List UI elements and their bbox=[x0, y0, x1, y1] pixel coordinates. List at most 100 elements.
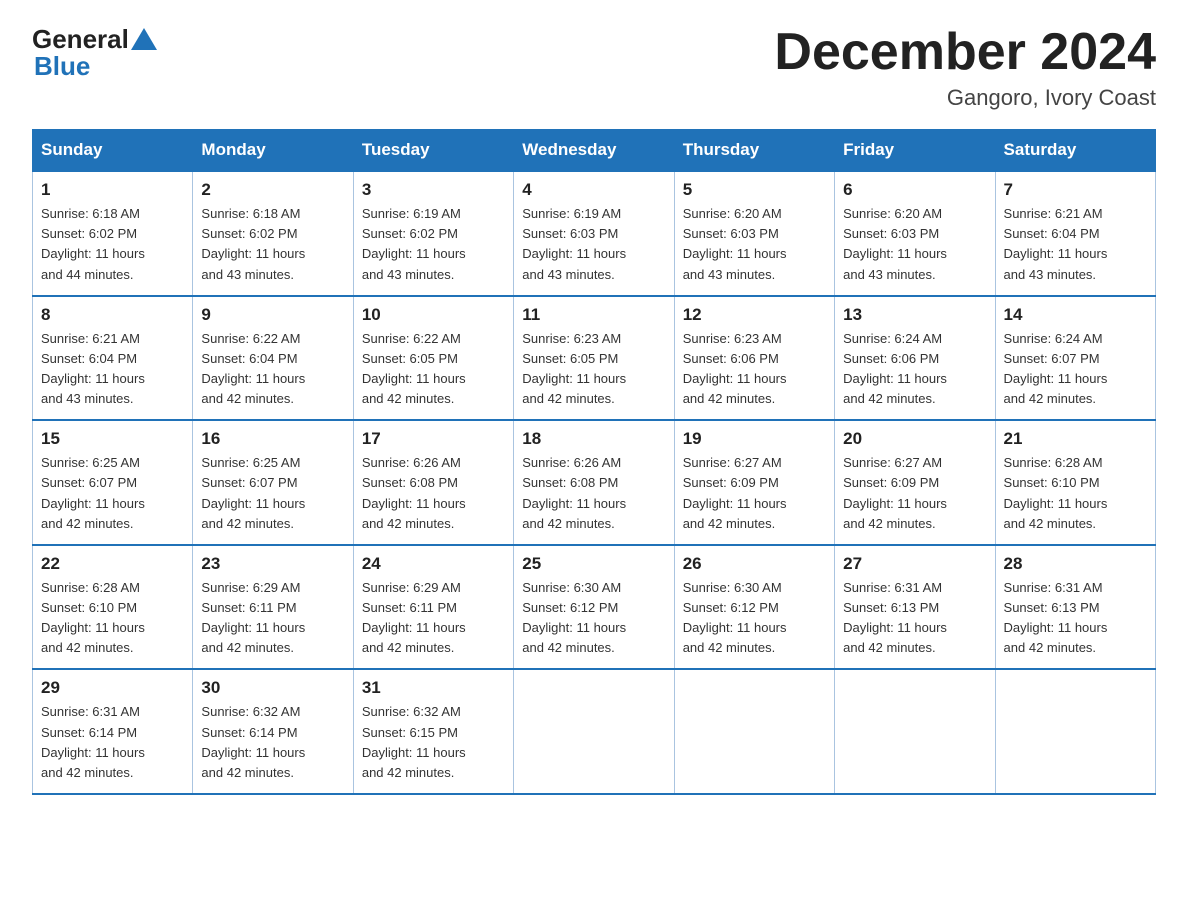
day-number: 21 bbox=[1004, 429, 1147, 449]
day-number: 9 bbox=[201, 305, 344, 325]
day-number: 7 bbox=[1004, 180, 1147, 200]
calendar-cell: 26 Sunrise: 6:30 AMSunset: 6:12 PMDayligh… bbox=[674, 545, 834, 670]
day-info: Sunrise: 6:22 AMSunset: 6:04 PMDaylight:… bbox=[201, 329, 344, 410]
calendar-cell: 9 Sunrise: 6:22 AMSunset: 6:04 PMDaylight… bbox=[193, 296, 353, 421]
calendar-cell: 15 Sunrise: 6:25 AMSunset: 6:07 PMDayligh… bbox=[33, 420, 193, 545]
weekday-header-wednesday: Wednesday bbox=[514, 130, 674, 172]
logo-blue-text: Blue bbox=[32, 51, 90, 82]
day-info: Sunrise: 6:18 AMSunset: 6:02 PMDaylight:… bbox=[41, 204, 184, 285]
weekday-header-row: SundayMondayTuesdayWednesdayThursdayFrid… bbox=[33, 130, 1156, 172]
day-number: 8 bbox=[41, 305, 184, 325]
calendar-cell: 4 Sunrise: 6:19 AMSunset: 6:03 PMDaylight… bbox=[514, 171, 674, 296]
day-info: Sunrise: 6:30 AMSunset: 6:12 PMDaylight:… bbox=[683, 578, 826, 659]
day-info: Sunrise: 6:25 AMSunset: 6:07 PMDaylight:… bbox=[41, 453, 184, 534]
day-info: Sunrise: 6:21 AMSunset: 6:04 PMDaylight:… bbox=[41, 329, 184, 410]
calendar-cell: 19 Sunrise: 6:27 AMSunset: 6:09 PMDayligh… bbox=[674, 420, 834, 545]
week-row-1: 1 Sunrise: 6:18 AMSunset: 6:02 PMDaylight… bbox=[33, 171, 1156, 296]
day-info: Sunrise: 6:19 AMSunset: 6:03 PMDaylight:… bbox=[522, 204, 665, 285]
calendar-cell: 14 Sunrise: 6:24 AMSunset: 6:07 PMDayligh… bbox=[995, 296, 1155, 421]
day-number: 20 bbox=[843, 429, 986, 449]
day-number: 2 bbox=[201, 180, 344, 200]
day-info: Sunrise: 6:19 AMSunset: 6:02 PMDaylight:… bbox=[362, 204, 505, 285]
day-info: Sunrise: 6:27 AMSunset: 6:09 PMDaylight:… bbox=[683, 453, 826, 534]
day-number: 14 bbox=[1004, 305, 1147, 325]
day-number: 19 bbox=[683, 429, 826, 449]
calendar-cell: 24Sunrise: 6:29 AMSunset: 6:11 PMDayligh… bbox=[353, 545, 513, 670]
calendar-cell: 28 Sunrise: 6:31 AMSunset: 6:13 PMDayligh… bbox=[995, 545, 1155, 670]
day-number: 28 bbox=[1004, 554, 1147, 574]
logo: General Blue bbox=[32, 24, 157, 82]
calendar-cell: 29Sunrise: 6:31 AMSunset: 6:14 PMDayligh… bbox=[33, 669, 193, 794]
day-number: 26 bbox=[683, 554, 826, 574]
day-number: 16 bbox=[201, 429, 344, 449]
calendar-cell: 25 Sunrise: 6:30 AMSunset: 6:12 PMDayligh… bbox=[514, 545, 674, 670]
day-info: Sunrise: 6:24 AMSunset: 6:06 PMDaylight:… bbox=[843, 329, 986, 410]
calendar-table: SundayMondayTuesdayWednesdayThursdayFrid… bbox=[32, 129, 1156, 795]
day-number: 31 bbox=[362, 678, 505, 698]
day-number: 23 bbox=[201, 554, 344, 574]
calendar-cell bbox=[674, 669, 834, 794]
page-header: General Blue December 2024 Gangoro, Ivor… bbox=[32, 24, 1156, 111]
calendar-cell: 30 Sunrise: 6:32 AMSunset: 6:14 PMDayligh… bbox=[193, 669, 353, 794]
day-info: Sunrise: 6:18 AMSunset: 6:02 PMDaylight:… bbox=[201, 204, 344, 285]
day-number: 29 bbox=[41, 678, 184, 698]
day-info: Sunrise: 6:27 AMSunset: 6:09 PMDaylight:… bbox=[843, 453, 986, 534]
day-number: 18 bbox=[522, 429, 665, 449]
logo-triangle-icon bbox=[131, 28, 157, 50]
day-number: 15 bbox=[41, 429, 184, 449]
calendar-cell: 11 Sunrise: 6:23 AMSunset: 6:05 PMDayligh… bbox=[514, 296, 674, 421]
calendar-cell: 22Sunrise: 6:28 AMSunset: 6:10 PMDayligh… bbox=[33, 545, 193, 670]
day-info: Sunrise: 6:31 AMSunset: 6:13 PMDaylight:… bbox=[843, 578, 986, 659]
week-row-4: 22Sunrise: 6:28 AMSunset: 6:10 PMDayligh… bbox=[33, 545, 1156, 670]
calendar-cell: 27Sunrise: 6:31 AMSunset: 6:13 PMDayligh… bbox=[835, 545, 995, 670]
day-info: Sunrise: 6:30 AMSunset: 6:12 PMDaylight:… bbox=[522, 578, 665, 659]
weekday-header-tuesday: Tuesday bbox=[353, 130, 513, 172]
calendar-cell: 31 Sunrise: 6:32 AMSunset: 6:15 PMDayligh… bbox=[353, 669, 513, 794]
day-number: 30 bbox=[201, 678, 344, 698]
day-info: Sunrise: 6:20 AMSunset: 6:03 PMDaylight:… bbox=[683, 204, 826, 285]
month-title: December 2024 bbox=[774, 24, 1156, 81]
day-info: Sunrise: 6:29 AMSunset: 6:11 PMDaylight:… bbox=[201, 578, 344, 659]
day-number: 11 bbox=[522, 305, 665, 325]
day-info: Sunrise: 6:32 AMSunset: 6:14 PMDaylight:… bbox=[201, 702, 344, 783]
day-number: 3 bbox=[362, 180, 505, 200]
day-number: 6 bbox=[843, 180, 986, 200]
calendar-cell: 16Sunrise: 6:25 AMSunset: 6:07 PMDayligh… bbox=[193, 420, 353, 545]
weekday-header-thursday: Thursday bbox=[674, 130, 834, 172]
calendar-cell: 13 Sunrise: 6:24 AMSunset: 6:06 PMDayligh… bbox=[835, 296, 995, 421]
day-info: Sunrise: 6:26 AMSunset: 6:08 PMDaylight:… bbox=[362, 453, 505, 534]
weekday-header-friday: Friday bbox=[835, 130, 995, 172]
day-number: 1 bbox=[41, 180, 184, 200]
day-info: Sunrise: 6:26 AMSunset: 6:08 PMDaylight:… bbox=[522, 453, 665, 534]
calendar-cell: 7 Sunrise: 6:21 AMSunset: 6:04 PMDaylight… bbox=[995, 171, 1155, 296]
day-info: Sunrise: 6:29 AMSunset: 6:11 PMDaylight:… bbox=[362, 578, 505, 659]
calendar-cell: 8 Sunrise: 6:21 AMSunset: 6:04 PMDaylight… bbox=[33, 296, 193, 421]
day-number: 25 bbox=[522, 554, 665, 574]
weekday-header-saturday: Saturday bbox=[995, 130, 1155, 172]
day-info: Sunrise: 6:31 AMSunset: 6:13 PMDaylight:… bbox=[1004, 578, 1147, 659]
calendar-cell: 12Sunrise: 6:23 AMSunset: 6:06 PMDayligh… bbox=[674, 296, 834, 421]
day-info: Sunrise: 6:21 AMSunset: 6:04 PMDaylight:… bbox=[1004, 204, 1147, 285]
calendar-cell: 2 Sunrise: 6:18 AMSunset: 6:02 PMDaylight… bbox=[193, 171, 353, 296]
day-info: Sunrise: 6:24 AMSunset: 6:07 PMDaylight:… bbox=[1004, 329, 1147, 410]
week-row-3: 15 Sunrise: 6:25 AMSunset: 6:07 PMDayligh… bbox=[33, 420, 1156, 545]
day-number: 22 bbox=[41, 554, 184, 574]
title-block: December 2024 Gangoro, Ivory Coast bbox=[774, 24, 1156, 111]
calendar-cell: 20 Sunrise: 6:27 AMSunset: 6:09 PMDayligh… bbox=[835, 420, 995, 545]
day-number: 13 bbox=[843, 305, 986, 325]
day-info: Sunrise: 6:32 AMSunset: 6:15 PMDaylight:… bbox=[362, 702, 505, 783]
day-number: 4 bbox=[522, 180, 665, 200]
calendar-cell: 23 Sunrise: 6:29 AMSunset: 6:11 PMDayligh… bbox=[193, 545, 353, 670]
location-title: Gangoro, Ivory Coast bbox=[774, 85, 1156, 111]
calendar-cell: 1 Sunrise: 6:18 AMSunset: 6:02 PMDaylight… bbox=[33, 171, 193, 296]
calendar-cell: 21Sunrise: 6:28 AMSunset: 6:10 PMDayligh… bbox=[995, 420, 1155, 545]
calendar-cell bbox=[514, 669, 674, 794]
calendar-cell: 6Sunrise: 6:20 AMSunset: 6:03 PMDaylight… bbox=[835, 171, 995, 296]
day-info: Sunrise: 6:22 AMSunset: 6:05 PMDaylight:… bbox=[362, 329, 505, 410]
week-row-5: 29Sunrise: 6:31 AMSunset: 6:14 PMDayligh… bbox=[33, 669, 1156, 794]
day-info: Sunrise: 6:23 AMSunset: 6:05 PMDaylight:… bbox=[522, 329, 665, 410]
day-number: 12 bbox=[683, 305, 826, 325]
calendar-cell: 10Sunrise: 6:22 AMSunset: 6:05 PMDayligh… bbox=[353, 296, 513, 421]
day-number: 5 bbox=[683, 180, 826, 200]
weekday-header-sunday: Sunday bbox=[33, 130, 193, 172]
